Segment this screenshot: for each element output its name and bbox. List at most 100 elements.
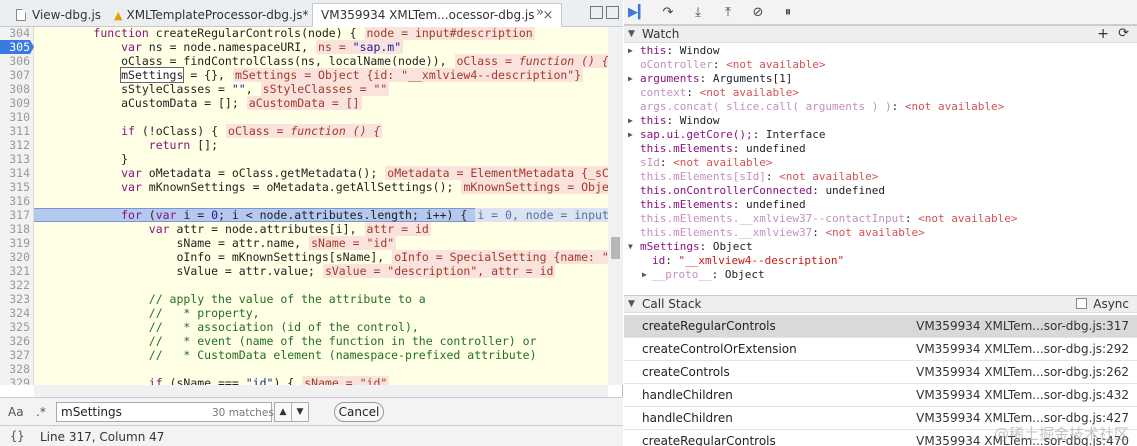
watch-expression[interactable]: ▶ arguments: Arguments[1] [624,72,1137,86]
watch-expression[interactable]: sId: <not available> [624,156,1137,170]
expand-triangle-icon[interactable]: ▶ [642,268,647,282]
code-line[interactable]: 329 if (sName === "id") {sName = "id" [0,376,608,385]
code-line[interactable]: 310 [0,110,608,124]
watch-expression[interactable]: this.mElements[sId]: <not available> [624,170,1137,184]
toggle-navigator-icon[interactable] [590,6,603,19]
line-number[interactable]: 325 [0,320,30,334]
deactivate-breakpoints-icon[interactable]: ⊘ [748,3,768,21]
line-number[interactable]: 315 [0,180,30,194]
code-line[interactable]: 308 sStyleClasses = "", sStyleClasses = "… [0,82,608,96]
watch-expression[interactable]: ▶ sap.ui.getCore();: Interface [624,128,1137,142]
line-number[interactable]: 306 [0,54,30,68]
watch-expression[interactable]: context: <not available> [624,86,1137,100]
line-number[interactable]: 308 [0,82,30,96]
line-number[interactable]: 316 [0,194,30,208]
code-editor[interactable]: 304 function createRegularControls(node)… [0,27,623,385]
expand-triangle-icon[interactable]: ▶ [628,44,633,58]
code-line[interactable]: 322 [0,278,608,292]
step-over-icon[interactable]: ↷ [658,3,678,21]
next-match-button[interactable]: ▼ [291,402,309,422]
line-number[interactable]: 323 [0,292,30,306]
code-line[interactable]: 326 // * event (name of the function in … [0,334,608,348]
tab-xmltemplateprocessor[interactable]: ▲ XMLTemplateProcessor-dbg.js* [106,3,316,27]
close-icon[interactable]: × [543,8,554,23]
code-line[interactable]: 306 oClass = findControlClass(ns, localN… [0,54,611,68]
code-line[interactable]: 307 mSettings = {}, mSettings = Object {i… [0,67,608,83]
regex-toggle[interactable]: .* [36,405,46,419]
refresh-icon[interactable]: ⟳ [1118,26,1129,42]
watch-expression[interactable]: ▶ __proto__: Object [624,268,1137,282]
code-line[interactable]: 316 [0,194,608,208]
frame-location-link[interactable]: VM359934 XMLTem...sor-dbg.js:432 [916,384,1129,406]
watch-expression[interactable]: ▶ this: Window [624,114,1137,128]
watch-expression[interactable]: oController: <not available> [624,58,1137,72]
watch-expression[interactable]: ▼ mSettings: Object [624,240,1137,254]
code-line[interactable]: 315 var mKnownSettings = oMetadata.getAl… [0,180,623,194]
frame-location-link[interactable]: VM359934 XMLTem...sor-dbg.js:262 [916,361,1129,383]
code-line[interactable]: 318 var attr = node.attributes[i], attr =… [0,222,608,236]
watch-section-header[interactable]: ▼ Watch + ⟳ [624,25,1137,43]
code-line[interactable]: 314 var oMetadata = oClass.getMetadata()… [0,166,623,180]
line-number[interactable]: 314 [0,166,30,180]
resume-icon[interactable]: ▶▎ [628,3,648,21]
line-number[interactable]: 321 [0,264,30,278]
vertical-scrollbar[interactable] [608,27,623,385]
async-checkbox[interactable] [1076,298,1087,309]
watch-expression[interactable]: this.onControllerConnected: undefined [624,184,1137,198]
line-number[interactable]: 313 [0,152,30,166]
callstack-frame[interactable]: createControlOrExtension VM359934 XMLTem.… [624,338,1137,361]
line-number[interactable]: 310 [0,110,30,124]
toggle-debugger-icon[interactable] [606,6,619,19]
watch-expression[interactable]: this.mElements: undefined [624,198,1137,212]
line-number[interactable]: 319 [0,236,30,250]
watch-expression[interactable]: this.mElements.__xmlview37--contactInput… [624,212,1137,226]
step-out-icon[interactable]: ⤒ [718,3,738,21]
line-number[interactable]: 327 [0,348,30,362]
add-watch-icon[interactable]: + [1097,26,1109,42]
code-line[interactable]: 312 return []; [0,138,608,152]
line-number[interactable]: 317 [0,208,30,222]
line-number[interactable]: 311 [0,124,30,138]
line-number[interactable]: 309 [0,96,30,110]
scrollbar-thumb[interactable] [611,237,620,259]
line-number[interactable]: 318 [0,222,30,236]
cancel-search-button[interactable]: Cancel [334,402,384,422]
line-number[interactable]: 326 [0,334,30,348]
match-case-toggle[interactable]: Aa [8,405,24,419]
watch-expression[interactable]: ▶ this: Window [624,44,1137,58]
line-number[interactable]: 322 [0,278,30,292]
code-line[interactable]: 321 sValue = attr.value; sValue = "descri… [0,264,608,278]
line-number[interactable]: 329 [0,376,30,385]
code-line[interactable]: 309 aCustomData = []; aCustomData = [] [0,96,608,110]
tab-vm359934[interactable]: VM359934 XMLTem...ocessor-dbg.js × [312,3,563,27]
line-number[interactable]: 304 [0,27,30,40]
code-line[interactable]: 304 function createRegularControls(node)… [0,27,608,40]
line-number[interactable]: 324 [0,306,30,320]
frame-location-link[interactable]: VM359934 XMLTem...sor-dbg.js:292 [916,338,1129,360]
expanded-triangle-icon[interactable]: ▼ [628,240,633,254]
more-tabs-icon[interactable]: » [536,5,544,20]
previous-match-button[interactable]: ▲ [274,402,292,422]
code-line[interactable]: 319 sName = attr.name, sName = "id" [0,236,608,250]
tab-view-dbg[interactable]: View-dbg.js [8,3,109,27]
watch-expression[interactable]: this.mElements: undefined [624,142,1137,156]
code-line[interactable]: 324 // * property, [0,306,608,320]
expand-triangle-icon[interactable]: ▶ [628,72,633,86]
code-line[interactable]: 320 oInfo = mKnownSettings[sName], oInfo … [0,250,623,264]
callstack-frame[interactable]: createControls VM359934 XMLTem...sor-dbg.… [624,361,1137,384]
code-line[interactable]: 305 var ns = node.namespaceURI, ns = "sap… [0,40,608,54]
code-line[interactable]: 327 // * CustomData element (namespace-p… [0,348,608,362]
step-into-icon[interactable]: ⤓ [688,3,708,21]
horizontal-scrollbar[interactable] [34,385,608,397]
code-line[interactable]: 328 [0,362,608,376]
code-line[interactable]: 311 if (!oClass) {oClass = function () { [0,124,608,138]
line-number[interactable]: 305 [0,40,30,54]
line-number[interactable]: 312 [0,138,30,152]
pretty-print-button[interactable]: {} [10,429,24,443]
frame-location-link[interactable]: VM359934 XMLTem...sor-dbg.js:317 [916,315,1129,337]
code-line[interactable]: 317 for (var i = 0; i < node.attributes.… [0,208,623,222]
watch-expression[interactable]: id: "__xmlview4--description" [624,254,1137,268]
callstack-section-header[interactable]: ▼ Call Stack Async [624,295,1137,313]
pause-on-exceptions-icon[interactable]: ⏸ [778,3,798,21]
expand-triangle-icon[interactable]: ▶ [628,114,633,128]
